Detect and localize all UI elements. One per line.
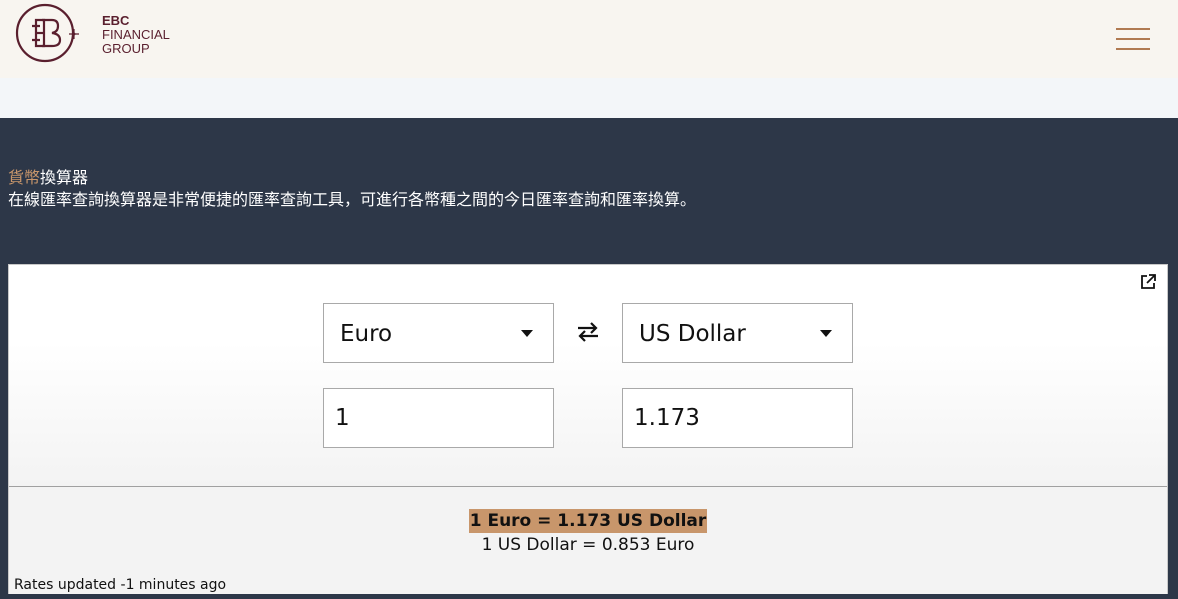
logo-line-ebc: EBC bbox=[102, 13, 130, 28]
from-currency-select[interactable]: Euro bbox=[323, 303, 554, 363]
from-amount-input[interactable] bbox=[323, 388, 554, 448]
page-title-rest: 換算器 bbox=[40, 168, 89, 187]
logo-line-group: GROUP bbox=[102, 41, 150, 56]
to-currency-select[interactable]: US Dollar bbox=[622, 303, 853, 363]
chevron-down-icon bbox=[820, 330, 832, 337]
header-spacer-band bbox=[0, 78, 1178, 118]
rate-main-highlight: 1 Euro = 1.173 US Dollar bbox=[468, 509, 708, 533]
currency-converter-widget: Euro US Dollar 1 Euro = 1.173 US Dollar … bbox=[8, 264, 1168, 594]
logo-line-financial: FINANCIAL bbox=[102, 27, 170, 42]
ebc-logo[interactable]: EBC FINANCIAL GROUP bbox=[14, 2, 174, 66]
page-title: 貨幣換算器 bbox=[8, 168, 88, 188]
from-currency-label: Euro bbox=[340, 321, 393, 347]
swap-arrows-icon[interactable] bbox=[575, 319, 601, 345]
site-header: EBC FINANCIAL GROUP bbox=[0, 0, 1178, 78]
to-amount-input[interactable] bbox=[622, 388, 853, 448]
hero-section: 貨幣換算器 在線匯率查詢換算器是非常便捷的匯率查詢工具，可進行各幣種之間的今日匯… bbox=[0, 118, 1178, 264]
to-currency-label: US Dollar bbox=[639, 321, 746, 347]
hamburger-menu-icon[interactable] bbox=[1116, 25, 1152, 53]
logo-wordmark: EBC FINANCIAL GROUP bbox=[102, 14, 170, 56]
rate-inverse-line: 1 US Dollar = 0.853 Euro bbox=[481, 535, 695, 555]
external-link-icon[interactable] bbox=[1139, 273, 1157, 291]
rate-main-line: 1 Euro = 1.173 US Dollar bbox=[9, 509, 1167, 533]
page-title-accent: 貨幣 bbox=[8, 168, 41, 187]
converter-result-panel: 1 Euro = 1.173 US Dollar 1 US Dollar = 0… bbox=[9, 486, 1167, 594]
rates-updated-text: Rates updated -1 minutes ago bbox=[14, 577, 227, 593]
converter-input-panel: Euro US Dollar bbox=[9, 265, 1167, 486]
chevron-down-icon bbox=[521, 330, 533, 337]
ebc-monogram-icon bbox=[15, 3, 79, 63]
page-description: 在線匯率查詢換算器是非常便捷的匯率查詢工具，可進行各幣種之間的今日匯率查詢和匯率… bbox=[8, 190, 697, 209]
